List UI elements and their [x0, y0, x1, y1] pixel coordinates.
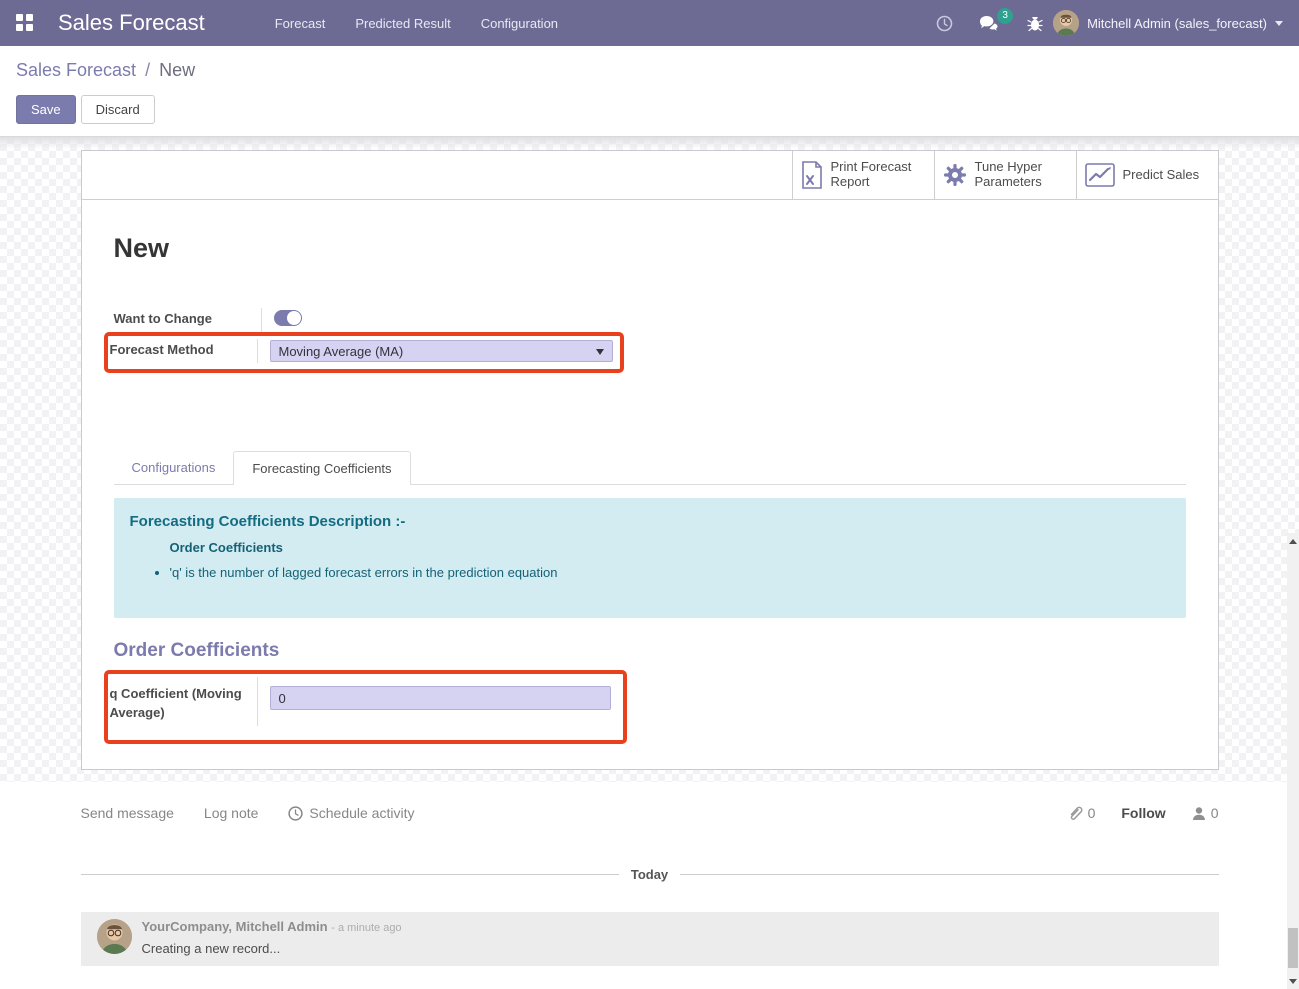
chatter: Send message Log note Schedule activity …: [0, 782, 1299, 989]
tab-forecasting-coefficients[interactable]: Forecasting Coefficients: [233, 451, 410, 485]
order-coefficients-heading: Order Coefficients: [114, 640, 1186, 662]
messages-count-badge: 3: [997, 8, 1013, 24]
forecast-method-value: Moving Average (MA): [279, 344, 404, 359]
predict-sales-button[interactable]: Predict Sales: [1076, 151, 1218, 199]
q-coefficient-input[interactable]: [270, 686, 611, 710]
chatter-message: YourCompany, Mitchell Admin - a minute a…: [81, 912, 1219, 966]
tune-hyper-parameters-button[interactable]: Tune Hyper Parameters: [934, 151, 1076, 199]
user-avatar: [1053, 10, 1079, 36]
activities-clock-icon[interactable]: [936, 15, 953, 32]
apps-menu-icon[interactable]: [16, 14, 34, 32]
attachments-button[interactable]: 0: [1068, 805, 1096, 821]
tab-configurations[interactable]: Configurations: [114, 451, 234, 484]
predict-sales-label: Predict Sales: [1123, 168, 1200, 183]
tune-hyper-parameters-label: Tune Hyper Parameters: [975, 160, 1068, 190]
breadcrumb-current: New: [159, 60, 195, 80]
print-forecast-report-label: Print Forecast Report: [831, 160, 926, 190]
breadcrumb-separator: /: [141, 60, 154, 80]
want-to-change-toggle[interactable]: [274, 310, 302, 326]
q-coefficient-highlight: q Coefficient (Moving Average): [104, 670, 627, 743]
send-message-button[interactable]: Send message: [81, 805, 174, 821]
schedule-clock-icon: [288, 806, 303, 821]
bug-icon[interactable]: [1027, 15, 1043, 32]
info-alert-bullet: 'q' is the number of lagged forecast err…: [170, 565, 1170, 580]
menu-predicted-result[interactable]: Predicted Result: [355, 16, 450, 31]
control-panel: Sales Forecast / New Save Discard: [0, 46, 1299, 137]
message-body: Creating a new record...: [142, 941, 402, 956]
form-sheet: Print Forecast Report Tune Hyper Paramet…: [81, 150, 1219, 770]
record-title: New: [114, 233, 1186, 264]
followers-button[interactable]: 0: [1192, 805, 1219, 821]
q-coefficient-label: q Coefficient (Moving Average): [110, 677, 258, 725]
q-coefficient-row: q Coefficient (Moving Average): [110, 677, 623, 725]
dropdown-arrow-icon: [596, 349, 604, 355]
info-alert-subtitle: Order Coefficients: [170, 540, 1170, 555]
paperclip-icon: [1068, 805, 1083, 821]
follower-person-icon: [1192, 806, 1206, 821]
forecast-method-row: Forecast Method Moving Average (MA): [110, 339, 620, 363]
menu-configuration[interactable]: Configuration: [481, 16, 558, 31]
message-timestamp: - a minute ago: [331, 922, 401, 934]
menu-forecast[interactable]: Forecast: [275, 16, 326, 31]
excel-report-icon: [801, 161, 823, 189]
chart-line-icon: [1085, 163, 1115, 187]
scroll-down-arrow-icon[interactable]: [1287, 975, 1299, 987]
breadcrumb: Sales Forecast / New: [16, 60, 1283, 81]
user-name: Mitchell Admin (sales_forecast): [1087, 16, 1267, 31]
scroll-up-arrow-icon[interactable]: [1287, 535, 1299, 547]
chevron-down-icon: [1275, 21, 1283, 26]
vertical-scrollbar[interactable]: [1287, 533, 1299, 989]
messages-icon[interactable]: 3: [979, 15, 1001, 32]
today-label: Today: [619, 867, 680, 882]
main-menu: Forecast Predicted Result Configuration: [275, 16, 558, 31]
attachment-count: 0: [1088, 805, 1096, 821]
button-box: Print Forecast Report Tune Hyper Paramet…: [82, 151, 1218, 200]
form-view-background: Print Forecast Report Tune Hyper Paramet…: [0, 137, 1299, 989]
forecast-method-select[interactable]: Moving Average (MA): [270, 340, 613, 362]
today-divider: Today: [81, 867, 1219, 882]
gear-icon: [943, 163, 967, 187]
systray: 3: [936, 15, 1043, 32]
message-author[interactable]: YourCompany, Mitchell Admin: [142, 919, 328, 934]
follow-button[interactable]: Follow: [1121, 805, 1165, 821]
breadcrumb-sales-forecast[interactable]: Sales Forecast: [16, 60, 136, 80]
notebook-tabs: Configurations Forecasting Coefficients: [114, 451, 1186, 485]
app-title[interactable]: Sales Forecast: [58, 10, 205, 36]
print-forecast-report-button[interactable]: Print Forecast Report: [792, 151, 934, 199]
schedule-activity-button[interactable]: Schedule activity: [288, 805, 414, 821]
info-alert-title: Forecasting Coefficients Description :-: [130, 513, 1170, 530]
top-navbar: Sales Forecast Forecast Predicted Result…: [0, 0, 1299, 46]
scrollbar-thumb[interactable]: [1288, 928, 1298, 968]
want-to-change-label: Want to Change: [114, 308, 262, 332]
log-note-button[interactable]: Log note: [204, 805, 259, 821]
user-menu[interactable]: Mitchell Admin (sales_forecast): [1053, 10, 1283, 36]
schedule-activity-label: Schedule activity: [309, 805, 414, 821]
forecast-method-label: Forecast Method: [110, 339, 258, 363]
discard-button[interactable]: Discard: [81, 95, 155, 124]
forecast-method-highlight: Forecast Method Moving Average (MA): [104, 332, 624, 373]
info-alert: Forecasting Coefficients Description :- …: [114, 498, 1186, 618]
follower-count: 0: [1211, 805, 1219, 821]
message-avatar: [97, 919, 132, 954]
want-to-change-row: Want to Change: [114, 308, 1186, 332]
save-button[interactable]: Save: [16, 95, 76, 124]
